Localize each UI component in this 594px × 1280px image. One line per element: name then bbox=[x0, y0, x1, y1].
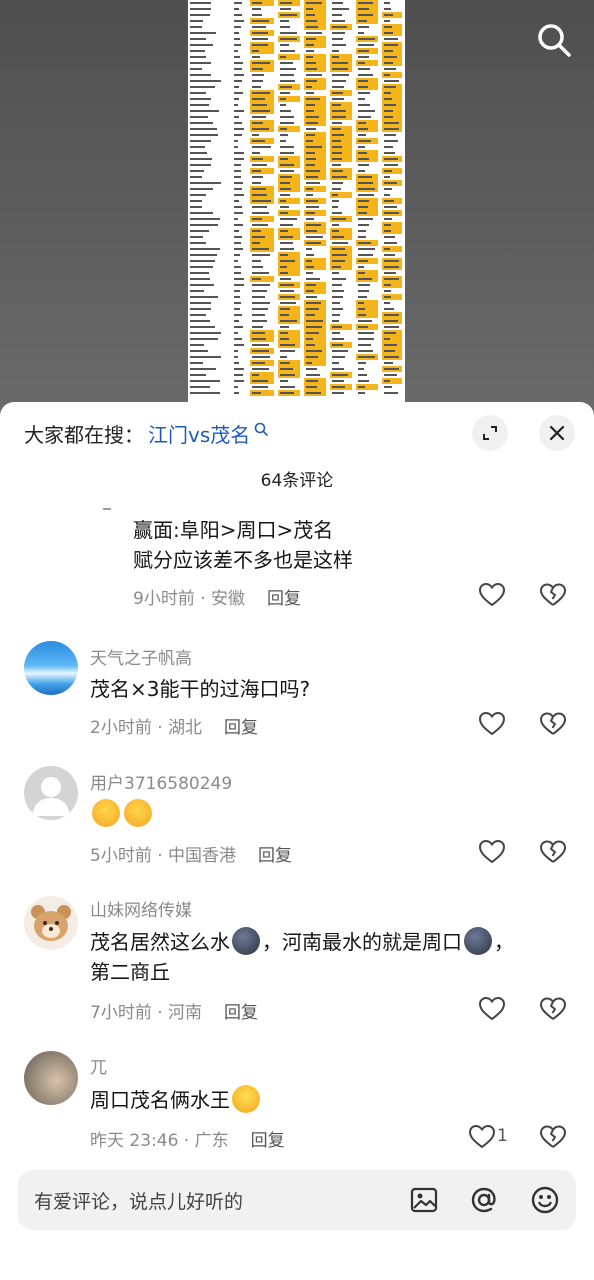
dark-face-emoji bbox=[232, 927, 260, 955]
comment-line: 赋分应该差不多也是这样 bbox=[133, 548, 353, 572]
broken-heart-icon[interactable] bbox=[540, 839, 566, 865]
heart-icon[interactable] bbox=[478, 838, 506, 866]
comment-input-bar[interactable]: 有爱评论，说点儿好听的 bbox=[18, 1170, 576, 1230]
comment-count: 64条评论 bbox=[260, 471, 334, 491]
emoji-icon[interactable] bbox=[529, 1184, 561, 1216]
heart-icon[interactable] bbox=[478, 710, 506, 738]
comment-meta: 7小时前 · 河南 回复 bbox=[90, 998, 258, 1023]
avatar[interactable] bbox=[24, 641, 78, 695]
comment-text: 周口茂名俩水王 bbox=[90, 1085, 560, 1115]
suggested-search-prefix: 大家都在搜： bbox=[24, 422, 144, 447]
broken-heart-icon[interactable] bbox=[540, 582, 566, 608]
spreadsheet-screenshot[interactable] bbox=[188, 0, 405, 402]
collapsed-indicator bbox=[103, 508, 111, 510]
search-icon bbox=[254, 422, 269, 436]
broken-heart-icon[interactable] bbox=[540, 1124, 566, 1150]
expand-icon bbox=[483, 426, 497, 440]
comment-line: 茂名居然这么水 bbox=[90, 930, 230, 954]
comment-line: ， bbox=[494, 930, 514, 954]
at-icon[interactable] bbox=[468, 1184, 500, 1216]
comment-line: 赢面:阜阳>周口>茂名 bbox=[133, 518, 334, 542]
reply-button[interactable]: 回复 bbox=[258, 846, 292, 866]
bear-avatar-icon bbox=[31, 905, 71, 941]
comment-time: 7小时前 · 河南 bbox=[90, 1003, 203, 1023]
suggested-search-query[interactable]: 江门vs茂名 bbox=[148, 419, 250, 448]
reply-button[interactable]: 回复 bbox=[224, 1003, 258, 1023]
crying-laugh-emoji bbox=[92, 799, 120, 827]
watermark bbox=[200, 1236, 400, 1276]
reply-button[interactable]: 回复 bbox=[251, 1131, 285, 1151]
suggested-search[interactable]: 大家都在搜： 江门vs茂名 bbox=[24, 418, 269, 448]
default-user-icon bbox=[32, 777, 70, 816]
comment-input[interactable]: 有爱评论，说点儿好听的 bbox=[34, 1187, 243, 1214]
username[interactable]: 天气之子帆高 bbox=[90, 644, 192, 669]
comment-text: 茂名居然这么水 ，河南最水的就是周口 ， 第二商丘 bbox=[90, 927, 560, 987]
username[interactable]: 兀 bbox=[90, 1053, 107, 1078]
like-count: 1 bbox=[497, 1126, 508, 1146]
avatar[interactable] bbox=[24, 896, 78, 950]
comment-meta: 2小时前 · 湖北 回复 bbox=[90, 713, 258, 738]
comment-meta: 9小时前 · 安徽 回复 bbox=[133, 584, 301, 609]
expand-button[interactable] bbox=[472, 415, 508, 451]
heart-icon[interactable] bbox=[478, 995, 506, 1023]
reply-button[interactable]: 回复 bbox=[224, 718, 258, 738]
close-icon bbox=[549, 425, 565, 441]
comment-line: 周口茂名俩水王 bbox=[90, 1088, 230, 1112]
heart-icon[interactable] bbox=[468, 1123, 496, 1151]
broken-heart-icon[interactable] bbox=[540, 996, 566, 1022]
comment-time: 昨天 23:46 · 广东 bbox=[90, 1131, 229, 1151]
comment-line: 第二商丘 bbox=[90, 960, 170, 984]
reply-button[interactable]: 回复 bbox=[267, 589, 301, 609]
dark-face-emoji bbox=[464, 927, 492, 955]
comment-text: 茂名×3能干的过海口吗? bbox=[90, 677, 311, 701]
avatar[interactable] bbox=[24, 1051, 78, 1105]
username[interactable]: 用户3716580249 bbox=[90, 769, 232, 794]
username[interactable]: 山妹网络传媒 bbox=[90, 896, 192, 921]
smirk-star-emoji bbox=[232, 1085, 260, 1113]
comment-line: ，河南最水的就是周口 bbox=[262, 930, 462, 954]
comment-time: 2小时前 · 湖北 bbox=[90, 718, 203, 738]
heart-icon[interactable] bbox=[478, 581, 506, 609]
comment-text bbox=[90, 799, 560, 829]
comment-text: 赢面:阜阳>周口>茂名 赋分应该差不多也是这样 bbox=[133, 515, 594, 575]
search-icon[interactable] bbox=[536, 22, 572, 58]
avatar[interactable] bbox=[24, 766, 78, 820]
close-button[interactable] bbox=[539, 415, 575, 451]
crying-laugh-emoji bbox=[124, 799, 152, 827]
comment-meta: 昨天 23:46 · 广东 回复 bbox=[90, 1126, 285, 1151]
broken-heart-icon[interactable] bbox=[540, 711, 566, 737]
comment-meta: 5小时前 · 中国香港 回复 bbox=[90, 841, 292, 866]
comment-time: 9小时前 · 安徽 bbox=[133, 589, 246, 609]
image-icon[interactable] bbox=[408, 1184, 440, 1216]
comment-time: 5小时前 · 中国香港 bbox=[90, 846, 237, 866]
